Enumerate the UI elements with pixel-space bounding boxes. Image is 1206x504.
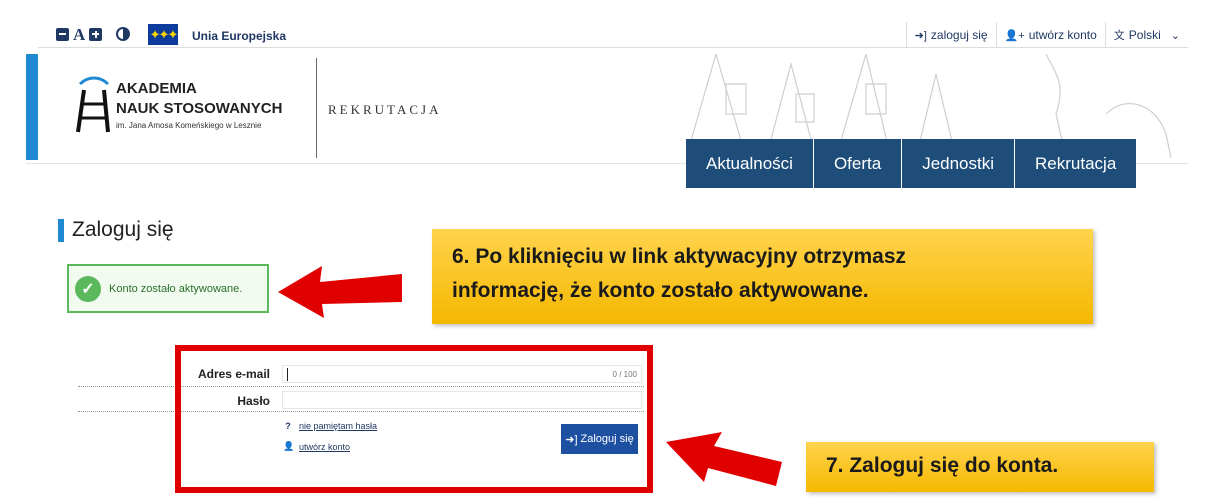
header-divider [316,58,317,158]
logo-mark-icon [76,76,110,133]
main-navigation: Aktualności Oferta Jednostki Rekrutacja [686,139,1137,188]
accessibility-controls: A [56,26,131,43]
font-size-icon[interactable]: A [73,26,85,43]
top-login-link[interactable]: ➜] zaloguj się [905,22,996,48]
logo-line-2: NAUK STOSOWANYCH [116,100,283,117]
success-message: Konto zostało aktywowane. [109,282,243,295]
nav-item-jednostki[interactable]: Jednostki [902,139,1016,188]
annotation-callout-step6: 6. Po kliknięciu w link aktywacyjny otrz… [432,229,1093,324]
header-accent-strip [26,54,38,160]
page: A ✦✦✦ Unia Europejska ➜] zaloguj się 👤+ … [0,0,1206,504]
check-icon: ✓ [75,275,101,302]
nav-item-oferta[interactable]: Oferta [813,139,903,188]
contrast-toggle-icon[interactable] [116,27,131,41]
top-login-label: zaloguj się [930,28,988,42]
annotation-callout-step7: 7. Zaloguj się do konta. [806,442,1154,492]
top-right-menu: ➜] zaloguj się 👤+ utwórz konto 文 Polski … [905,22,1188,48]
page-title-text: Zaloguj się [72,218,174,241]
nav-item-aktualnosci[interactable]: Aktualności [686,139,814,188]
logo-line-1: AKADEMIA [116,80,197,97]
annotation-arrow-left-icon [278,266,402,318]
top-create-account-label: utwórz konto [1028,28,1097,42]
annotation-arrow-left-icon [666,432,782,486]
title-accent-bar [58,218,64,242]
callout-step6-line2: informację, że konto zostało aktywowane. [452,279,869,302]
sign-in-icon: ➜] [914,29,927,42]
callout-step7-text: 7. Zaloguj się do konta. [826,454,1059,477]
add-user-icon: 👤+ [1004,29,1025,42]
academy-logo[interactable]: AKADEMIA NAUK STOSOWANYCH im. Jana Amosa… [74,76,314,136]
font-increase-icon[interactable] [89,27,103,41]
language-selector[interactable]: 文 Polski ⌄ [1104,22,1188,48]
top-create-account-link[interactable]: 👤+ utwórz konto [995,22,1105,48]
eu-flag-icon[interactable]: ✦✦✦ [148,24,178,45]
nav-item-rekrutacja[interactable]: Rekrutacja [1015,139,1137,188]
callout-step6-line1: 6. Po kliknięciu w link aktywacyjny otrz… [452,245,907,268]
section-name: REKRUTACJA [328,102,442,117]
font-decrease-icon[interactable] [56,27,69,41]
top-utility-bar: A ✦✦✦ Unia Europejska ➜] zaloguj się 👤+ … [38,22,1188,48]
eu-link[interactable]: Unia Europejska [192,29,286,43]
success-alert: ✓ Konto zostało aktywowane. [67,264,269,313]
page-title: Zaloguj się [58,218,174,242]
annotation-highlight-frame [175,345,653,493]
logo-line-3: im. Jana Amosa Komeńskiego w Lesznie [116,121,262,130]
translate-icon: 文 [1113,30,1125,42]
chevron-down-icon: ⌄ [1170,29,1180,42]
language-label: Polski [1128,28,1161,42]
